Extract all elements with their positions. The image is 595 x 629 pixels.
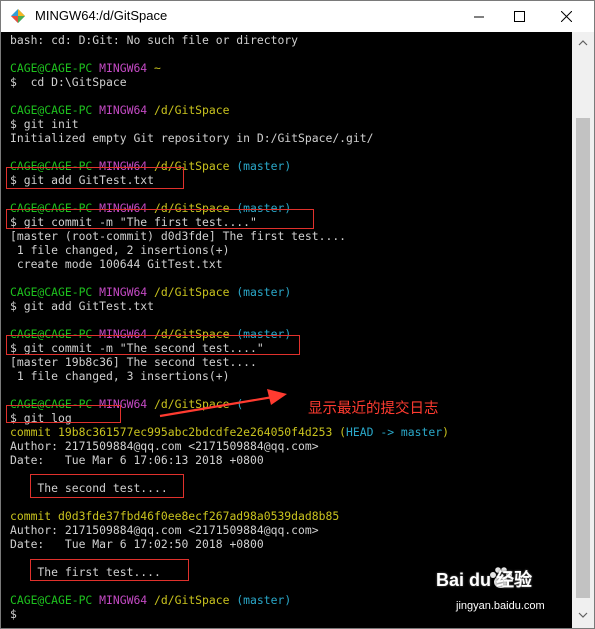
terminal-line: Author: 2171509884@qq.com <2171509884@qq… xyxy=(10,523,319,537)
terminal-line: CAGE@CAGE-PC MINGW64 /d/GitSpace (master… xyxy=(10,593,291,607)
terminal-text: /d/GitSpace xyxy=(154,593,230,607)
scroll-thumb[interactable] xyxy=(576,118,590,598)
git-bash-icon xyxy=(11,9,25,23)
terminal-line: bash: cd: D:Git: No such file or directo… xyxy=(10,33,298,47)
terminal-text: create mode 100644 GitTest.txt xyxy=(10,257,223,271)
terminal-text: (master) xyxy=(229,159,292,173)
terminal-text: CAGE@CAGE-PC xyxy=(10,103,93,117)
terminal-text: 1 file changed, 2 insertions(+) xyxy=(10,243,230,257)
terminal-text: HEAD -> master xyxy=(346,425,443,439)
terminal-text: ) xyxy=(442,425,449,439)
vertical-scrollbar[interactable] xyxy=(572,32,594,628)
terminal-line: CAGE@CAGE-PC MINGW64 /d/GitSpace xyxy=(10,103,229,117)
highlight-box-first-commit xyxy=(6,209,314,229)
highlight-box-git-log xyxy=(6,405,121,423)
terminal-line: create mode 100644 GitTest.txt xyxy=(10,257,223,271)
terminal-text: ~ xyxy=(154,61,161,75)
terminal-text: /d/GitSpace xyxy=(154,285,230,299)
highlight-box-first-message xyxy=(30,559,189,581)
title-bar[interactable]: MINGW64:/d/GitSpace xyxy=(1,1,594,33)
terminal-line: $ xyxy=(10,607,17,621)
terminal-text: MINGW64 xyxy=(99,593,148,607)
terminal-line: Initialized empty Git repository in D:/G… xyxy=(10,131,373,145)
terminal-text: Author: 2171509884@qq.com <2171509884@qq… xyxy=(10,439,319,453)
terminal-text: MINGW64 xyxy=(99,285,148,299)
watermark-url: jingyan.baidu.com xyxy=(456,600,545,612)
terminal-text: $ git add GitTest.txt xyxy=(10,299,155,313)
terminal-text: MINGW64 xyxy=(99,103,148,117)
close-button[interactable] xyxy=(543,1,589,32)
terminal-text: (master) xyxy=(229,285,292,299)
watermark-brand: Bai du 经验 xyxy=(436,570,533,590)
terminal-text: bash: cd: D:Git: No such file or directo… xyxy=(10,33,299,47)
terminal-line: [master 19b8c36] The second test.... xyxy=(10,355,257,369)
terminal-text: CAGE@CAGE-PC xyxy=(10,593,93,607)
terminal-line: 1 file changed, 3 insertions(+) xyxy=(10,369,230,383)
window-title: MINGW64:/d/GitSpace xyxy=(35,8,168,23)
terminal-text: commit 19b8c361577ec995abc2bdcdfe2e26405… xyxy=(10,425,333,439)
terminal-text: Date: Tue Mar 6 17:02:50 2018 +0800 xyxy=(10,537,264,551)
maximize-button[interactable] xyxy=(496,1,542,32)
terminal-text: Author: 2171509884@qq.com <2171509884@qq… xyxy=(10,523,319,537)
terminal-line: CAGE@CAGE-PC MINGW64 ~ xyxy=(10,61,161,75)
terminal-line: $ git add GitTest.txt xyxy=(10,299,154,313)
highlight-box-second-commit xyxy=(6,335,300,355)
annotation-label: 显示最近的提交日志 xyxy=(308,401,439,417)
minimize-icon xyxy=(473,16,484,18)
scroll-up-icon[interactable] xyxy=(577,38,589,48)
terminal-text: [master (root-commit) d0d3fde] The first… xyxy=(10,229,347,243)
terminal-line: 1 file changed, 2 insertions(+) xyxy=(10,243,230,257)
terminal-line: commit d0d3fde37fbd46f0ee8ecf267ad98a053… xyxy=(10,509,339,523)
terminal-text: $ xyxy=(10,607,17,621)
terminal-text: Date: Tue Mar 6 17:06:13 2018 +0800 xyxy=(10,453,264,467)
close-icon xyxy=(560,11,572,22)
terminal-text: $ cd D:\GitSpace xyxy=(10,75,127,89)
terminal-line: $ cd D:\GitSpace xyxy=(10,75,127,89)
terminal-line: commit 19b8c361577ec995abc2bdcdfe2e26405… xyxy=(10,425,449,439)
terminal-line: Date: Tue Mar 6 17:06:13 2018 +0800 xyxy=(10,453,264,467)
terminal-text: 1 file changed, 3 insertions(+) xyxy=(10,369,230,383)
terminal-text: (master) xyxy=(229,593,292,607)
maximize-icon xyxy=(513,11,525,22)
terminal-line: Author: 2171509884@qq.com <2171509884@qq… xyxy=(10,439,319,453)
terminal-window: MINGW64:/d/GitSpace bash: cd: D:Git: No … xyxy=(0,0,595,629)
terminal-output[interactable]: bash: cd: D:Git: No such file or directo… xyxy=(1,32,572,628)
highlight-box-second-message xyxy=(30,474,184,498)
terminal-text: $ git init xyxy=(10,117,79,131)
terminal-text: CAGE@CAGE-PC xyxy=(10,61,93,75)
terminal-text: Initialized empty Git repository in D:/G… xyxy=(10,131,374,145)
arrow-icon xyxy=(159,389,287,418)
terminal-text: MINGW64 xyxy=(99,61,148,75)
terminal-line: CAGE@CAGE-PC MINGW64 /d/GitSpace (master… xyxy=(10,285,291,299)
highlight-box-git-add xyxy=(6,167,184,189)
terminal-text: ( xyxy=(332,425,347,439)
terminal-line: $ git init xyxy=(10,117,79,131)
terminal-text: CAGE@CAGE-PC xyxy=(10,285,93,299)
terminal-text: commit d0d3fde37fbd46f0ee8ecf267ad98a053… xyxy=(10,509,340,523)
terminal-text: [master 19b8c36] The second test.... xyxy=(10,355,257,369)
terminal-line: Date: Tue Mar 6 17:02:50 2018 +0800 xyxy=(10,537,264,551)
terminal-line: [master (root-commit) d0d3fde] The first… xyxy=(10,229,346,243)
terminal-text: /d/GitSpace xyxy=(154,103,230,117)
baidu-watermark: Bai du 经验 jingyan.baidu.com xyxy=(436,566,586,624)
